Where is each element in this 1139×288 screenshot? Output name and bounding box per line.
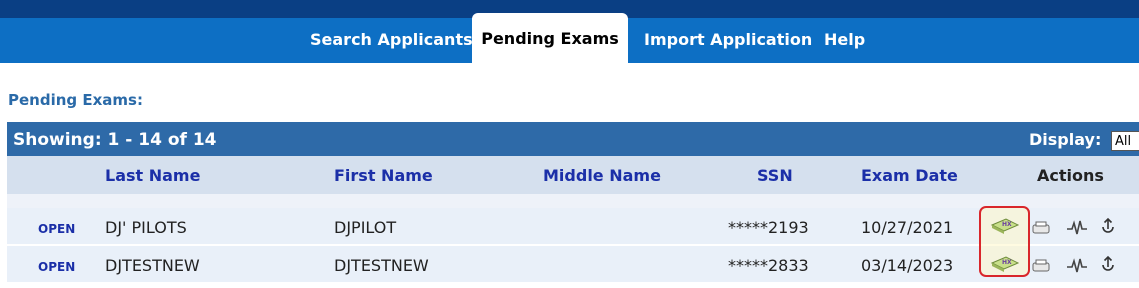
upload-icon[interactable] <box>1099 255 1117 275</box>
last-name-cell: DJTESTNEW <box>105 256 200 275</box>
exam-date-cell: 03/14/2023 <box>861 256 954 275</box>
tab-help[interactable]: Help <box>824 18 865 63</box>
display-select[interactable]: All <box>1111 131 1139 151</box>
showing-count: Showing: 1 - 14 of 14 <box>13 130 217 150</box>
upload-icon[interactable] <box>1099 217 1117 237</box>
col-middle-name[interactable]: Middle Name <box>543 156 661 196</box>
hx-icon[interactable]: HX <box>990 254 1020 274</box>
tab-import-application[interactable]: Import Application <box>644 18 812 63</box>
exam-date-cell: 10/27/2021 <box>861 218 954 237</box>
last-name-cell: DJ' PILOTS <box>105 218 187 237</box>
table-row: OPEN DJ' PILOTS DJPILOT *****2193 10/27/… <box>7 208 1139 244</box>
col-ssn[interactable]: SSN <box>757 156 793 196</box>
tab-pending-exams[interactable]: Pending Exams <box>472 13 628 63</box>
table-header: Last Name First Name Middle Name SSN Exa… <box>7 156 1139 194</box>
table-row: OPEN DJTESTNEW DJTESTNEW *****2833 03/14… <box>7 246 1139 282</box>
ekg-icon[interactable] <box>1066 256 1088 276</box>
ekg-icon[interactable] <box>1066 218 1088 238</box>
first-name-cell: DJPILOT <box>334 218 397 237</box>
col-exam-date[interactable]: Exam Date <box>861 156 958 196</box>
main-nav: Search Applicants Pending Exams Import A… <box>0 13 1139 63</box>
page-title: Pending Exams: <box>8 91 143 109</box>
results-bar: Showing: 1 - 14 of 14 Display: All <box>7 122 1139 156</box>
print-icon[interactable] <box>1031 258 1051 274</box>
col-first-name[interactable]: First Name <box>334 156 433 196</box>
print-icon[interactable] <box>1031 220 1051 236</box>
col-last-name[interactable]: Last Name <box>105 156 200 196</box>
table-spacer <box>7 194 1139 208</box>
svg-text:HX: HX <box>1002 259 1012 266</box>
hx-icon[interactable]: HX <box>990 216 1020 236</box>
open-link[interactable]: OPEN <box>38 246 75 288</box>
tab-search-applicants[interactable]: Search Applicants <box>310 18 473 63</box>
first-name-cell: DJTESTNEW <box>334 256 429 275</box>
col-actions: Actions <box>1037 166 1104 185</box>
ssn-cell: *****2833 <box>728 256 809 275</box>
svg-text:HX: HX <box>1002 221 1012 228</box>
display-label: Display: <box>1029 130 1102 149</box>
ssn-cell: *****2193 <box>728 218 809 237</box>
